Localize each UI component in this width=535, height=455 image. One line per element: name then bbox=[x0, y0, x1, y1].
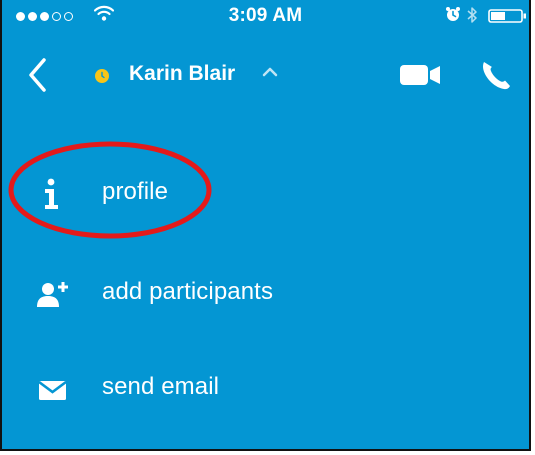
phone-call-icon[interactable] bbox=[480, 59, 512, 91]
presence-away-icon bbox=[95, 69, 109, 83]
battery-icon bbox=[488, 9, 526, 23]
video-call-icon[interactable] bbox=[400, 64, 444, 86]
menu-item-label: add participants bbox=[102, 278, 274, 305]
nav-bar: Karin Blair bbox=[2, 50, 529, 100]
status-bar: 3:09 AM bbox=[2, 0, 529, 34]
menu-item-profile[interactable]: profile bbox=[2, 164, 529, 224]
contact-name[interactable]: Karin Blair bbox=[129, 62, 235, 86]
add-person-icon bbox=[37, 282, 68, 307]
alarm-icon bbox=[446, 7, 460, 21]
back-chevron-icon[interactable] bbox=[26, 57, 50, 93]
menu-item-label: send email bbox=[102, 373, 220, 400]
bluetooth-icon bbox=[467, 7, 477, 23]
chevron-up-icon[interactable] bbox=[261, 65, 279, 79]
info-icon bbox=[45, 178, 58, 209]
menu-item-add-participants[interactable]: add participants bbox=[2, 264, 529, 324]
menu-item-send-email[interactable]: send email bbox=[2, 359, 529, 419]
menu-item-label: profile bbox=[102, 178, 169, 205]
screen: 3:09 AM Karin Blair profile add particip… bbox=[0, 0, 531, 451]
envelope-icon bbox=[38, 380, 67, 400]
